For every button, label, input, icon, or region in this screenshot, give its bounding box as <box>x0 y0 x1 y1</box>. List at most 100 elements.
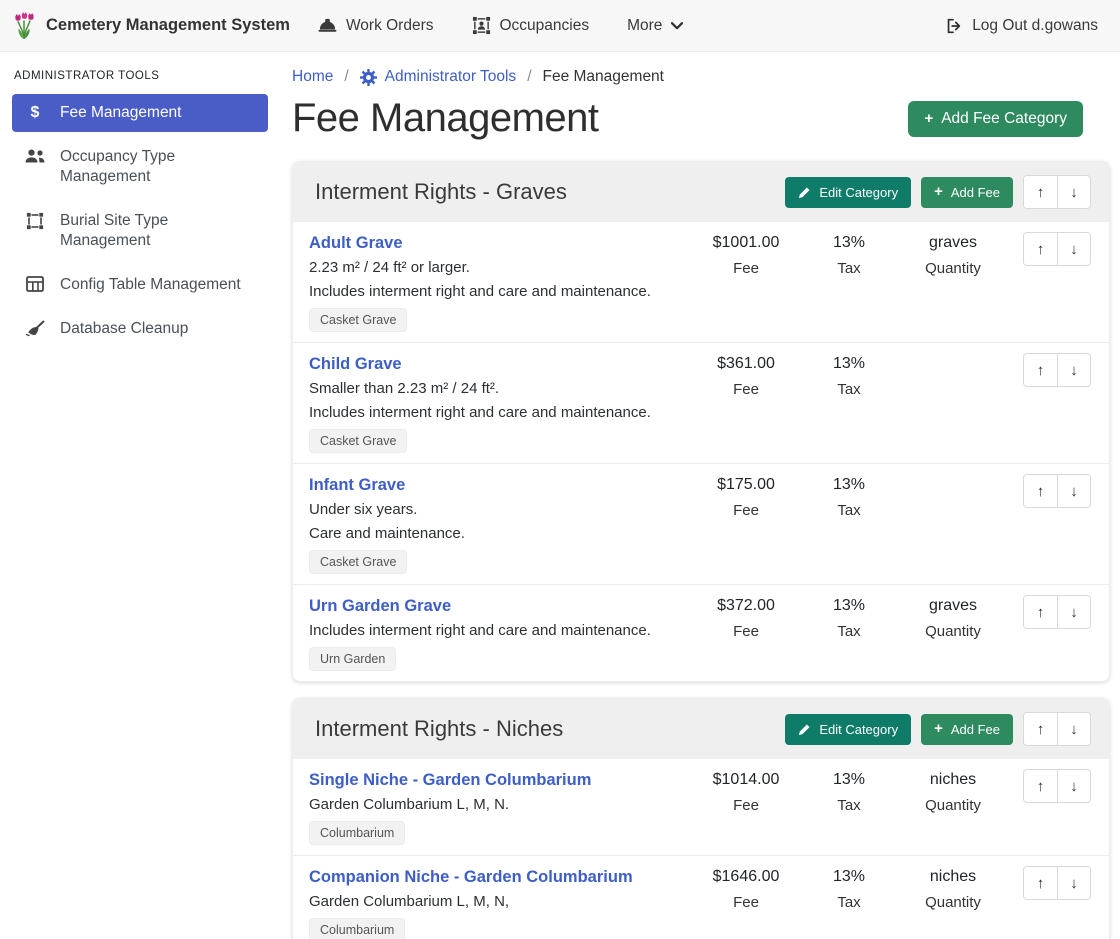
edit-category-button[interactable]: Edit Category <box>785 177 911 208</box>
tax-value: 13% <box>801 770 897 790</box>
tax-value: 13% <box>801 354 897 374</box>
category-header: Interment Rights - Graves Edit Category … <box>293 162 1109 222</box>
breadcrumb-current: Fee Management <box>543 68 665 86</box>
move-down-button[interactable]: ↓ <box>1057 713 1090 745</box>
move-down-button[interactable]: ↓ <box>1057 233 1090 265</box>
sidebar-item-burial-site-type-management[interactable]: Burial Site Type Management <box>12 202 268 260</box>
breadcrumb-separator: / <box>527 68 531 86</box>
fee-reorder-group: ↑ ↓ <box>1023 866 1091 900</box>
move-up-button[interactable]: ↑ <box>1024 596 1057 628</box>
sidebar: ADMINISTRATOR TOOLS $ Fee Management Occ… <box>0 52 280 354</box>
fee-name-link[interactable]: Single Niche - Garden Columbarium <box>309 770 591 790</box>
fee-name-link[interactable]: Urn Garden Grave <box>309 596 451 616</box>
nav-more-menu[interactable]: More <box>627 17 683 35</box>
up-arrow-icon: ↑ <box>1037 362 1045 379</box>
chevron-down-icon <box>671 22 683 30</box>
users-icon <box>24 148 46 164</box>
sidebar-item-label: Database Cleanup <box>60 319 188 339</box>
sidebar-item-config-table-management[interactable]: Config Table Management <box>12 266 268 304</box>
fee-name-link[interactable]: Child Grave <box>309 354 402 374</box>
fee-reorder-group: ↑ ↓ <box>1023 769 1091 803</box>
quantity-value: niches <box>897 867 1009 887</box>
move-up-button[interactable]: ↑ <box>1024 770 1057 802</box>
nav-occupancies[interactable]: Occupancies <box>472 16 590 35</box>
down-arrow-icon: ↓ <box>1070 483 1078 500</box>
fee-amount: $1014.00 <box>691 770 801 790</box>
quantity-value: niches <box>897 770 1009 790</box>
tax-label: Tax <box>801 380 897 399</box>
add-fee-category-label: Add Fee Category <box>941 110 1067 128</box>
down-arrow-icon: ↓ <box>1070 241 1078 258</box>
fee-name-link[interactable]: Infant Grave <box>309 475 405 495</box>
move-up-button[interactable]: ↑ <box>1024 233 1057 265</box>
fee-tag-badge: Casket Grave <box>309 550 407 574</box>
tax-label: Tax <box>801 259 897 278</box>
move-up-button[interactable]: ↑ <box>1024 176 1057 208</box>
move-down-button[interactable]: ↓ <box>1057 596 1090 628</box>
down-arrow-icon: ↓ <box>1070 184 1078 201</box>
quantity-label: Quantity <box>897 259 1009 278</box>
move-down-button[interactable]: ↓ <box>1057 354 1090 386</box>
fee-tag-badge: Casket Grave <box>309 308 407 332</box>
pencil-icon <box>798 186 811 199</box>
up-arrow-icon: ↑ <box>1037 875 1045 892</box>
fee-description: Garden Columbarium L, M, N, <box>309 892 691 911</box>
add-fee-category-button[interactable]: + Add Fee Category <box>908 101 1083 137</box>
breadcrumb-admin-tools-link[interactable]: Administrator Tools <box>360 68 517 86</box>
plus-icon: + <box>934 723 943 735</box>
occupancy-plot-icon <box>472 16 491 35</box>
fee-tag-badge: Columbarium <box>309 918 405 939</box>
category-reorder-group: ↑ ↓ <box>1023 175 1091 209</box>
sidebar-item-database-cleanup[interactable]: Database Cleanup <box>12 310 268 348</box>
tax-label: Tax <box>801 622 897 641</box>
add-fee-button[interactable]: + Add Fee <box>921 714 1013 745</box>
move-up-button[interactable]: ↑ <box>1024 867 1057 899</box>
tax-label: Tax <box>801 893 897 912</box>
logout-button[interactable]: Log Out d.gowans <box>944 17 1098 35</box>
nav-more-label: More <box>627 17 662 35</box>
move-up-button[interactable]: ↑ <box>1024 354 1057 386</box>
up-arrow-icon: ↑ <box>1037 241 1045 258</box>
fee-row: Infant Grave Under six years. Care and m… <box>293 463 1109 584</box>
tax-label: Tax <box>801 501 897 520</box>
add-fee-button[interactable]: + Add Fee <box>921 177 1013 208</box>
move-up-button[interactable]: ↑ <box>1024 475 1057 507</box>
fee-category-card: Interment Rights - Niches Edit Category … <box>292 698 1110 939</box>
fee-name-link[interactable]: Companion Niche - Garden Columbarium <box>309 867 633 887</box>
fee-description: Smaller than 2.23 m² / 24 ft². <box>309 379 691 398</box>
hard-hat-icon <box>318 17 337 34</box>
page-title: Fee Management <box>292 96 599 141</box>
edit-category-button[interactable]: Edit Category <box>785 714 911 745</box>
move-down-button[interactable]: ↓ <box>1057 176 1090 208</box>
fee-description: Includes interment right and care and ma… <box>309 282 691 301</box>
breadcrumb: Home / Administrator Tool <box>292 68 1110 86</box>
down-arrow-icon: ↓ <box>1070 362 1078 379</box>
quantity-label: Quantity <box>897 796 1009 815</box>
fee-description: Garden Columbarium L, M, N. <box>309 795 691 814</box>
pencil-icon <box>798 723 811 736</box>
category-reorder-group: ↑ ↓ <box>1023 712 1091 746</box>
quantity-value: graves <box>897 233 1009 253</box>
vector-square-icon <box>24 212 46 230</box>
move-up-button[interactable]: ↑ <box>1024 713 1057 745</box>
down-arrow-icon: ↓ <box>1070 778 1078 795</box>
down-arrow-icon: ↓ <box>1070 875 1078 892</box>
breadcrumb-home-link[interactable]: Home <box>292 68 333 86</box>
fee-description: Includes interment right and care and ma… <box>309 621 691 640</box>
move-down-button[interactable]: ↓ <box>1057 770 1090 802</box>
fee-name-link[interactable]: Adult Grave <box>309 233 403 253</box>
down-arrow-icon: ↓ <box>1070 721 1078 738</box>
fee-amount: $175.00 <box>691 475 801 495</box>
edit-category-label: Edit Category <box>819 185 898 200</box>
up-arrow-icon: ↑ <box>1037 604 1045 621</box>
quantity-label: Quantity <box>897 893 1009 912</box>
fee-tag-badge: Urn Garden <box>309 647 396 671</box>
sidebar-item-label: Occupancy Type Management <box>60 147 256 187</box>
nav-work-orders[interactable]: Work Orders <box>318 17 434 35</box>
edit-category-label: Edit Category <box>819 722 898 737</box>
sidebar-item-fee-management[interactable]: $ Fee Management <box>12 94 268 132</box>
move-down-button[interactable]: ↓ <box>1057 867 1090 899</box>
sidebar-item-occupancy-type-management[interactable]: Occupancy Type Management <box>12 138 268 196</box>
move-down-button[interactable]: ↓ <box>1057 475 1090 507</box>
fee-row: Child Grave Smaller than 2.23 m² / 24 ft… <box>293 342 1109 463</box>
